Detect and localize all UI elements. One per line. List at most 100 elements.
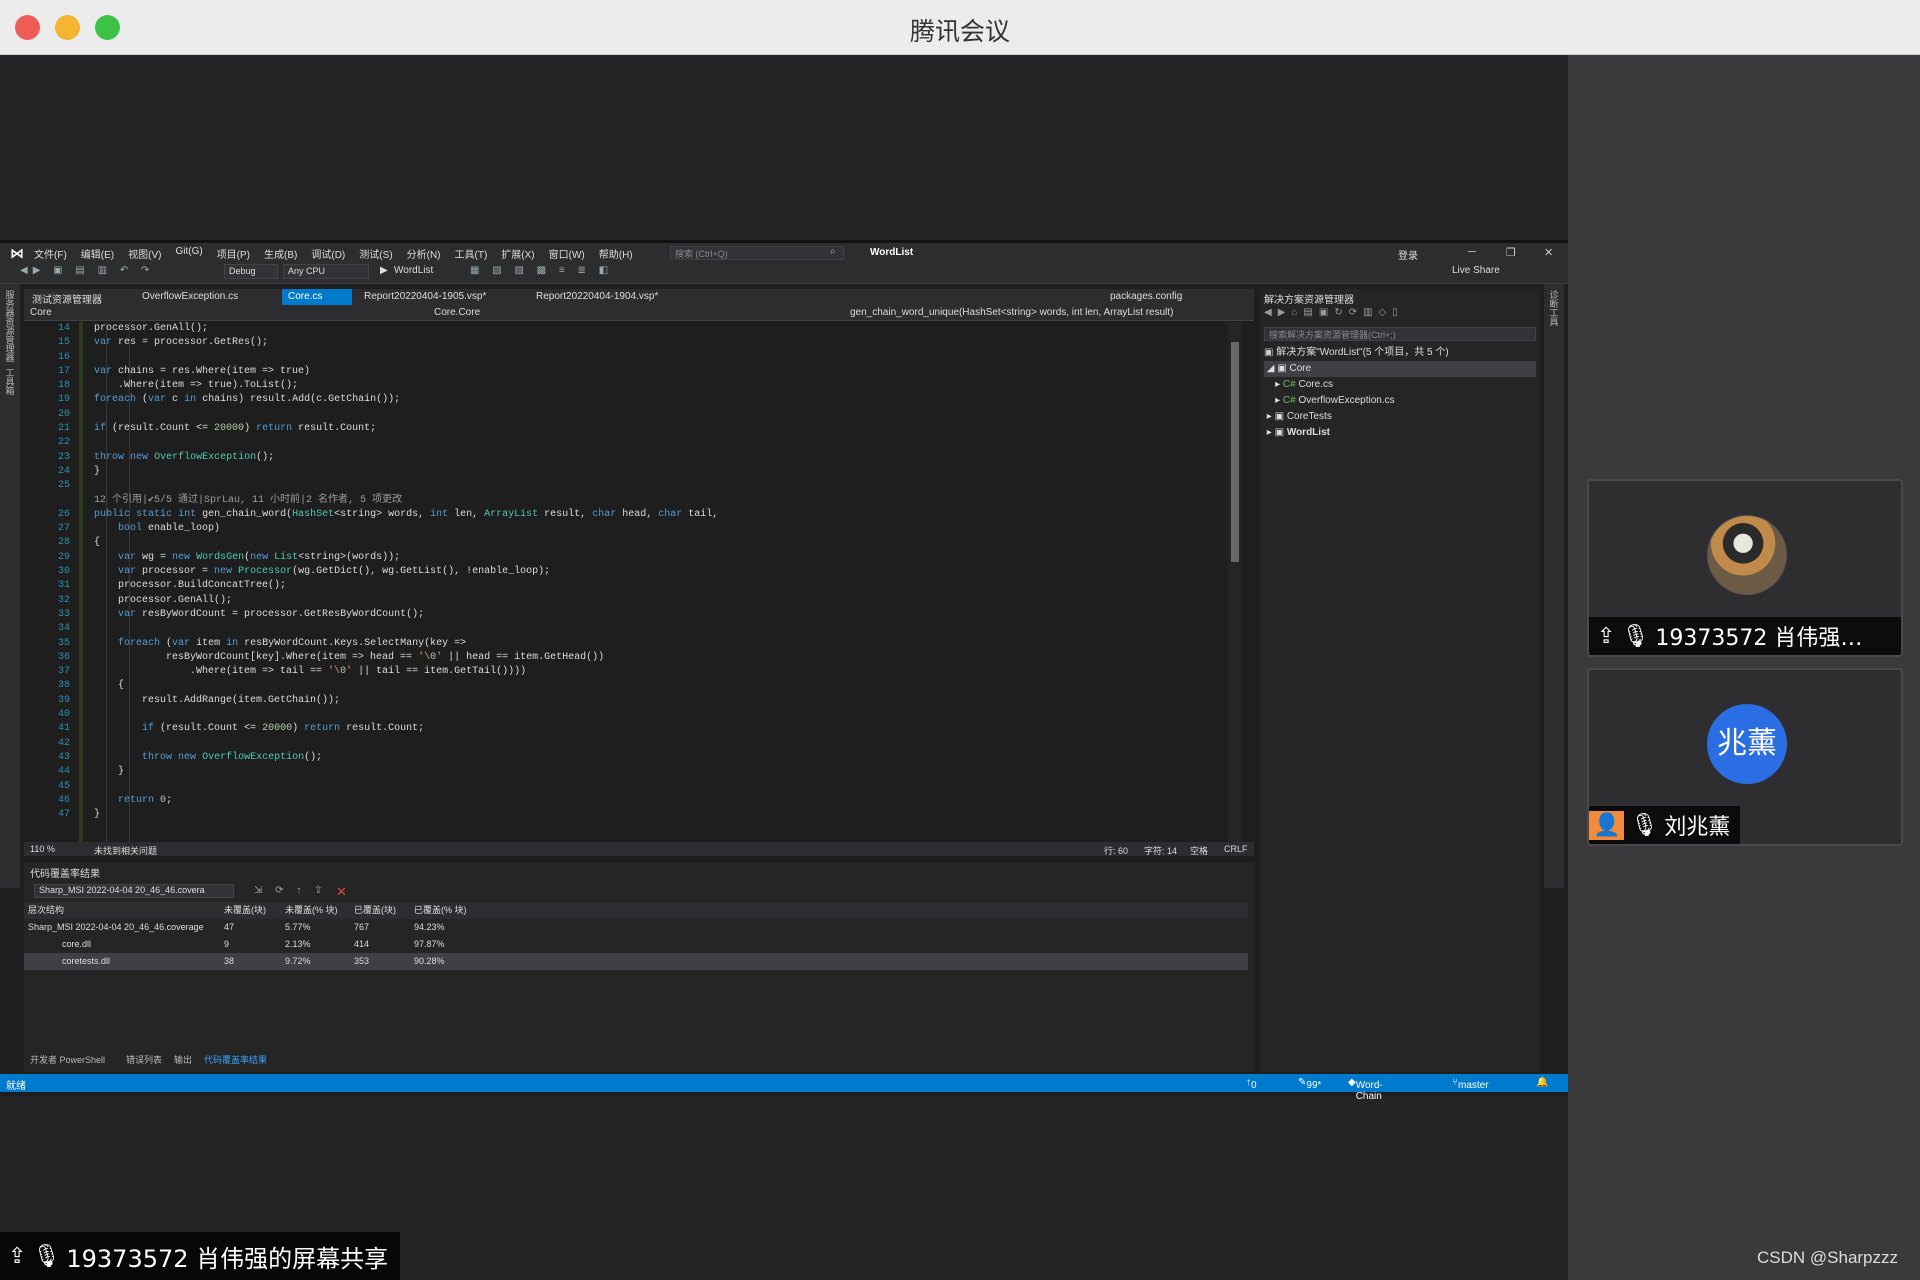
code-line[interactable]: processor.GenAll();	[94, 322, 1222, 336]
code-line[interactable]: }	[94, 808, 1222, 822]
code-line[interactable]: if (result.Count <= 20000) return result…	[94, 722, 1222, 736]
code-line[interactable]	[94, 737, 1222, 751]
code-line[interactable]: var res = processor.GetRes();	[94, 336, 1222, 350]
nav-project-dropdown[interactable]: Core	[30, 307, 52, 318]
menu-item[interactable]: 生成(B)	[264, 246, 297, 261]
code-text[interactable]: processor.GenAll(); var res = processor.G…	[94, 322, 1222, 842]
code-line[interactable]	[94, 351, 1222, 365]
code-line[interactable]: throw new OverflowException();	[94, 451, 1222, 465]
menu-item[interactable]: 分析(N)	[407, 246, 441, 261]
code-line[interactable]: .Where(item => true).ToList();	[94, 379, 1222, 393]
menu-item[interactable]: 工具(T)	[455, 246, 488, 261]
menu-item[interactable]: 窗口(W)	[549, 246, 585, 261]
zoom-level[interactable]: 110 %	[30, 844, 55, 854]
branch-selector[interactable]: ⑂ master	[1452, 1077, 1489, 1091]
menu-item[interactable]: 文件(F)	[34, 246, 67, 261]
code-line[interactable]: }	[94, 465, 1222, 479]
push-count[interactable]: ↑ 0	[1246, 1077, 1257, 1091]
code-line[interactable]: var wg = new WordsGen(new List<string>(w…	[94, 551, 1222, 565]
code-line[interactable]	[94, 408, 1222, 422]
code-line[interactable]: processor.BuildConcatTree();	[94, 579, 1222, 593]
tree-item-overflowexception-cs[interactable]: ▸ C# OverflowException.cs	[1264, 393, 1536, 409]
solution-explorer-toolbar[interactable]: ◀▶⌂▤▣↻⟳▥◇▯	[1264, 307, 1536, 325]
nav-type-dropdown[interactable]: Core.Core	[434, 307, 480, 318]
code-line[interactable]: return 0;	[94, 794, 1222, 808]
code-line[interactable]: var processor = new Processor(wg.GetDict…	[94, 565, 1222, 579]
code-line[interactable]: result.AddRange(item.GetChain());	[94, 694, 1222, 708]
minimize-icon[interactable]: ─	[1468, 246, 1476, 258]
repo-selector[interactable]: ◆ Word-Chain	[1348, 1077, 1383, 1102]
code-line[interactable]	[94, 436, 1222, 450]
code-line[interactable]: foreach (var item in resByWordCount.Keys…	[94, 637, 1222, 651]
code-line[interactable]: throw new OverflowException();	[94, 751, 1222, 765]
server-explorer-tab[interactable]: 服务器资源管理器	[4, 290, 17, 362]
toolbar-extra-icons[interactable]: ▦ ▧ ▨ ▩ ≡ ≣ ◧	[470, 265, 613, 276]
run-icon[interactable]: ▶	[380, 265, 388, 276]
notification-bell-icon[interactable]: 🔔	[1536, 1077, 1548, 1088]
table-row[interactable]: Sharp_MSI 2022-04-04 20_46_46.coverage 4…	[24, 919, 1248, 936]
menu-item[interactable]: 测试(S)	[359, 246, 392, 261]
solution-search-input[interactable]: 搜索解决方案资源管理器(Ctrl+;)	[1264, 327, 1536, 341]
live-share-button[interactable]: Live Share	[1452, 265, 1500, 276]
code-line[interactable]	[94, 479, 1222, 493]
code-line[interactable]: {	[94, 536, 1222, 550]
code-line[interactable]: var resByWordCount = processor.GetResByW…	[94, 608, 1222, 622]
tab-core-cs[interactable]: Core.cs	[282, 289, 352, 305]
tree-item-core[interactable]: ◢ ▣ Core	[1264, 361, 1536, 377]
code-line[interactable]: if (result.Count <= 20000) return result…	[94, 422, 1222, 436]
remove-coverage-icon[interactable]: ✕	[336, 884, 347, 900]
tree-item-solution[interactable]: ▣ 解决方案"WordList"(5 个项目，共 5 个)	[1264, 345, 1536, 361]
nav-member-dropdown[interactable]: gen_chain_word_unique(HashSet<string> wo…	[850, 307, 1174, 318]
code-line[interactable]	[94, 780, 1222, 794]
tab-report-1905[interactable]: Report20220404-1905.vsp*	[358, 289, 492, 305]
code-line[interactable]	[94, 708, 1222, 722]
tab-code-coverage[interactable]: 代码覆盖率结果	[204, 1053, 267, 1066]
menu-item[interactable]: Git(G)	[175, 246, 202, 261]
participant-tile[interactable]: ⇪ 🎙 19373572 肖伟强…	[1587, 479, 1903, 657]
changes-count[interactable]: ✎ 99*	[1298, 1077, 1321, 1091]
config-dropdown[interactable]: Debug	[224, 264, 278, 279]
code-editor[interactable]: 14 15 16 17 18 19 20 21 22 23 24 25 26 27 28 29 30 31 32 33…	[24, 322, 1242, 842]
menu-item[interactable]: 编辑(E)	[81, 246, 114, 261]
tab-report-1904[interactable]: Report20220404-1904.vsp*	[530, 289, 664, 305]
menu-item[interactable]: 项目(P)	[217, 246, 250, 261]
tree-item-core-cs[interactable]: ▸ C# Core.cs	[1264, 377, 1536, 393]
vs-search-input[interactable]: 搜索 (Ctrl+Q)	[670, 246, 844, 260]
code-line[interactable]: resByWordCount[key].Where(item => head =…	[94, 651, 1222, 665]
code-line[interactable]: .Where(item => tail == '\0' || tail == i…	[94, 665, 1222, 679]
tab-output[interactable]: 输出	[174, 1053, 192, 1066]
menu-item[interactable]: 扩展(X)	[501, 246, 534, 261]
table-row[interactable]: core.dll 9 2.13% 414 97.87%	[24, 936, 1248, 953]
toolbox-tab[interactable]: 工具箱	[4, 368, 17, 395]
code-line[interactable]: }	[94, 765, 1222, 779]
code-line[interactable]	[94, 622, 1222, 636]
code-line[interactable]: foreach (var c in chains) result.Add(c.G…	[94, 393, 1222, 407]
tree-item-coretests[interactable]: ▸ ▣ CoreTests	[1264, 409, 1536, 425]
code-line[interactable]: public static int gen_chain_word(HashSet…	[94, 508, 1222, 522]
coverage-tool-icons[interactable]: ⇲ ⟳ ↑ ⇪	[254, 885, 327, 896]
search-icon[interactable]: ⌕	[830, 246, 836, 257]
tab-overflowexception[interactable]: OverflowException.cs	[136, 289, 244, 305]
code-line[interactable]: 12 个引用|✔5/5 通过|SprLau, 11 小时前|2 名作者, 5 项…	[94, 494, 1222, 508]
platform-dropdown[interactable]: Any CPU	[283, 264, 369, 279]
tab-error-list[interactable]: 错误列表	[126, 1053, 162, 1066]
restore-icon[interactable]: ❐	[1506, 246, 1516, 259]
diagnostic-tools-tab[interactable]: 诊断工具	[1548, 290, 1561, 326]
tab-test-explorer[interactable]: 测试资源管理器	[26, 289, 108, 306]
tree-item-wordlist[interactable]: ▸ ▣ WordList	[1264, 425, 1536, 441]
code-line[interactable]: processor.GenAll();	[94, 594, 1222, 608]
menu-item[interactable]: 视图(V)	[128, 246, 161, 261]
menu-item[interactable]: 帮助(H)	[599, 246, 633, 261]
coverage-file-dropdown[interactable]: Sharp_MSI 2022-04-04 20_46_46.covera	[34, 884, 234, 898]
issues-indicator[interactable]: 未找到相关问题	[94, 844, 157, 857]
tab-developer-powershell[interactable]: 开发者 PowerShell	[30, 1053, 105, 1066]
editor-scrollbar[interactable]	[1228, 322, 1242, 842]
participant-tile[interactable]: 兆薰 👤 🎙 刘兆薰	[1587, 668, 1903, 846]
code-line[interactable]: {	[94, 679, 1222, 693]
menu-item[interactable]: 调试(D)	[311, 246, 345, 261]
table-row[interactable]: coretests.dll 38 9.72% 353 90.28%	[24, 953, 1248, 970]
toolbar-nav-icons[interactable]: ◀▶ ▣ ▤ ▥ ↶ ↷	[20, 265, 154, 276]
tab-packages-config[interactable]: packages.config	[1104, 289, 1188, 305]
run-button[interactable]: WordList	[394, 265, 433, 276]
code-line[interactable]: bool enable_loop)	[94, 522, 1222, 536]
